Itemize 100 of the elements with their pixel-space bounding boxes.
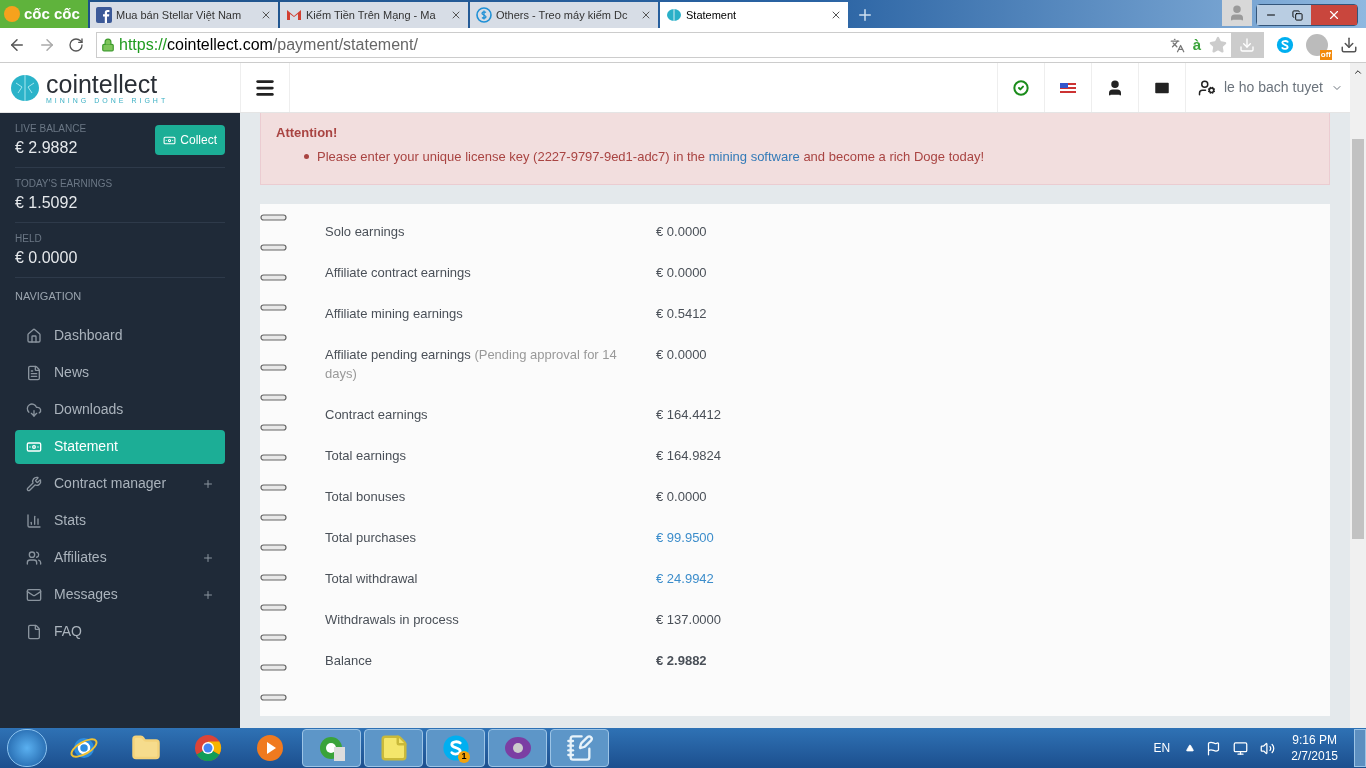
bullet-icon bbox=[304, 153, 309, 159]
translate-icon[interactable] bbox=[1169, 37, 1185, 53]
new-tab-icon[interactable] bbox=[856, 6, 874, 24]
extension-badge: off bbox=[1319, 50, 1332, 60]
dollar-icon bbox=[476, 7, 492, 23]
browser-tab[interactable]: Mua bán Stellar Việt Nam bbox=[90, 2, 278, 28]
reload-icon[interactable] bbox=[68, 37, 84, 53]
expand-icon[interactable] bbox=[202, 477, 214, 490]
alert-message: Please enter your unique license key (2227-9797-9ed1-adc7) in the mining software and become a rich Doge today! bbox=[317, 147, 985, 166]
taskbar-app[interactable] bbox=[488, 729, 547, 767]
statement-label: Total bonuses bbox=[325, 488, 407, 506]
check-icon bbox=[1013, 79, 1029, 96]
browser-tab[interactable]: Statement bbox=[660, 2, 848, 28]
expand-icon[interactable] bbox=[202, 551, 214, 564]
statement-label: Contract earnings bbox=[325, 406, 429, 424]
wrench-icon bbox=[26, 475, 42, 492]
statement-label: Total withdrawal bbox=[325, 570, 419, 588]
bookmark-star-icon[interactable] bbox=[1209, 36, 1227, 54]
statement-label: Affiliate mining earnings bbox=[325, 305, 464, 323]
signal-bars-icon bbox=[26, 512, 42, 529]
close-icon[interactable] bbox=[830, 9, 842, 21]
back-icon[interactable] bbox=[8, 36, 26, 54]
chrome-icon bbox=[192, 733, 223, 763]
nav-item[interactable]: Downloads bbox=[15, 392, 225, 427]
lock-icon bbox=[101, 38, 115, 52]
nav-item[interactable]: FAQ bbox=[15, 614, 225, 649]
statement-value: € 0.0000 bbox=[656, 346, 707, 364]
start-button[interactable] bbox=[7, 729, 47, 767]
statement-value: € 2.9882 bbox=[656, 652, 707, 670]
statement-value[interactable]: € 24.9942 bbox=[656, 569, 714, 588]
statement-label: Affiliate pending earnings (Pending approval for 14 days) bbox=[325, 346, 618, 383]
url-text: https://cointellect.com/payment/statement/ bbox=[119, 35, 418, 55]
statement-value[interactable]: € 99.9500 bbox=[656, 528, 714, 547]
browser-tab[interactable]: Kiếm Tiền Trên Mạng - Ma bbox=[280, 2, 468, 28]
statement-value: € 0.0000 bbox=[656, 264, 707, 282]
close-icon[interactable] bbox=[260, 9, 272, 21]
flag-icon bbox=[1060, 82, 1076, 93]
stat-label: TODAY'S EARNINGS bbox=[15, 176, 114, 191]
menu-button[interactable] bbox=[240, 63, 290, 112]
stat-value: € 1.5092 bbox=[15, 192, 79, 213]
flag-icon[interactable] bbox=[1206, 740, 1222, 756]
nav-heading: NAVIGATION bbox=[15, 289, 83, 304]
restore-icon bbox=[1292, 9, 1303, 21]
stat-value: € 0.0000 bbox=[15, 247, 79, 268]
statement-label: Total purchases bbox=[325, 529, 418, 547]
cloud-download-icon bbox=[26, 401, 42, 418]
show-hidden-icons[interactable] bbox=[1186, 744, 1195, 752]
stat-label: LIVE BALANCE bbox=[15, 121, 88, 136]
language-indicator[interactable]: EN bbox=[1153, 739, 1171, 757]
stat-value: € 2.9882 bbox=[15, 137, 79, 158]
close-icon[interactable] bbox=[640, 9, 652, 21]
notepad-icon bbox=[565, 734, 594, 762]
volume-icon[interactable] bbox=[1260, 740, 1276, 756]
nav-item[interactable]: News bbox=[15, 355, 225, 390]
user-icon bbox=[1106, 78, 1124, 97]
statement-label: Withdrawals in process bbox=[325, 611, 460, 629]
download-icon bbox=[1239, 37, 1255, 53]
taskbar-app[interactable] bbox=[302, 729, 361, 767]
statement-label: Solo earnings bbox=[325, 223, 406, 241]
statement-value: € 0.0000 bbox=[656, 223, 707, 241]
expand-icon[interactable] bbox=[202, 588, 214, 601]
scrollbar[interactable] bbox=[1350, 63, 1366, 728]
stat-label: HELD bbox=[15, 231, 43, 246]
minimize-button[interactable] bbox=[1257, 5, 1284, 25]
statement-value: € 137.0000 bbox=[656, 611, 722, 629]
statement-label: Total earnings bbox=[325, 447, 407, 465]
scroll-up-icon[interactable] bbox=[1353, 67, 1363, 77]
document-icon bbox=[26, 364, 42, 381]
statement-value: € 0.5412 bbox=[656, 305, 707, 323]
alert-title: Attention! bbox=[276, 124, 339, 142]
users-icon bbox=[26, 549, 42, 566]
statement-value: € 164.9824 bbox=[656, 447, 722, 465]
nav-item[interactable]: Contract manager bbox=[15, 466, 225, 501]
mining-software-link[interactable]: mining software bbox=[708, 148, 800, 164]
download-icon[interactable] bbox=[1340, 36, 1358, 54]
clock[interactable]: 9:16 PM 2/7/2015 bbox=[1291, 732, 1338, 764]
brain-logo-icon bbox=[10, 72, 40, 103]
nav-item[interactable]: Dashboard bbox=[15, 318, 225, 353]
home-icon bbox=[26, 327, 42, 344]
close-icon bbox=[1327, 8, 1341, 22]
document-icon bbox=[26, 623, 42, 640]
statement-value: € 0.0000 bbox=[656, 488, 707, 506]
nav-item[interactable]: Affiliates bbox=[15, 540, 225, 575]
messenger-icon bbox=[503, 736, 532, 760]
network-icon[interactable] bbox=[1233, 740, 1249, 756]
brain-icon bbox=[666, 7, 682, 23]
user-gear-icon bbox=[1198, 78, 1216, 97]
facebook-icon bbox=[96, 7, 112, 23]
taskbar-app[interactable]: 1 bbox=[426, 729, 485, 767]
statement-value: € 164.4412 bbox=[656, 406, 722, 424]
address-field[interactable]: https://cointellect.com/payment/statement/ à bbox=[96, 32, 1264, 58]
browser-tab[interactable]: Others - Treo máy kiếm Dc bbox=[470, 2, 658, 28]
close-icon[interactable] bbox=[450, 9, 462, 21]
nav-item[interactable]: Messages bbox=[15, 577, 225, 612]
logo-wordmark: cointellect bbox=[46, 71, 159, 97]
statement-label: Affiliate contract earnings bbox=[325, 264, 472, 282]
nav-item[interactable]: Stats bbox=[15, 503, 225, 538]
statement-label: Balance bbox=[325, 652, 373, 670]
notification-badge: 1 bbox=[458, 751, 470, 763]
restore-button[interactable] bbox=[1284, 5, 1311, 25]
